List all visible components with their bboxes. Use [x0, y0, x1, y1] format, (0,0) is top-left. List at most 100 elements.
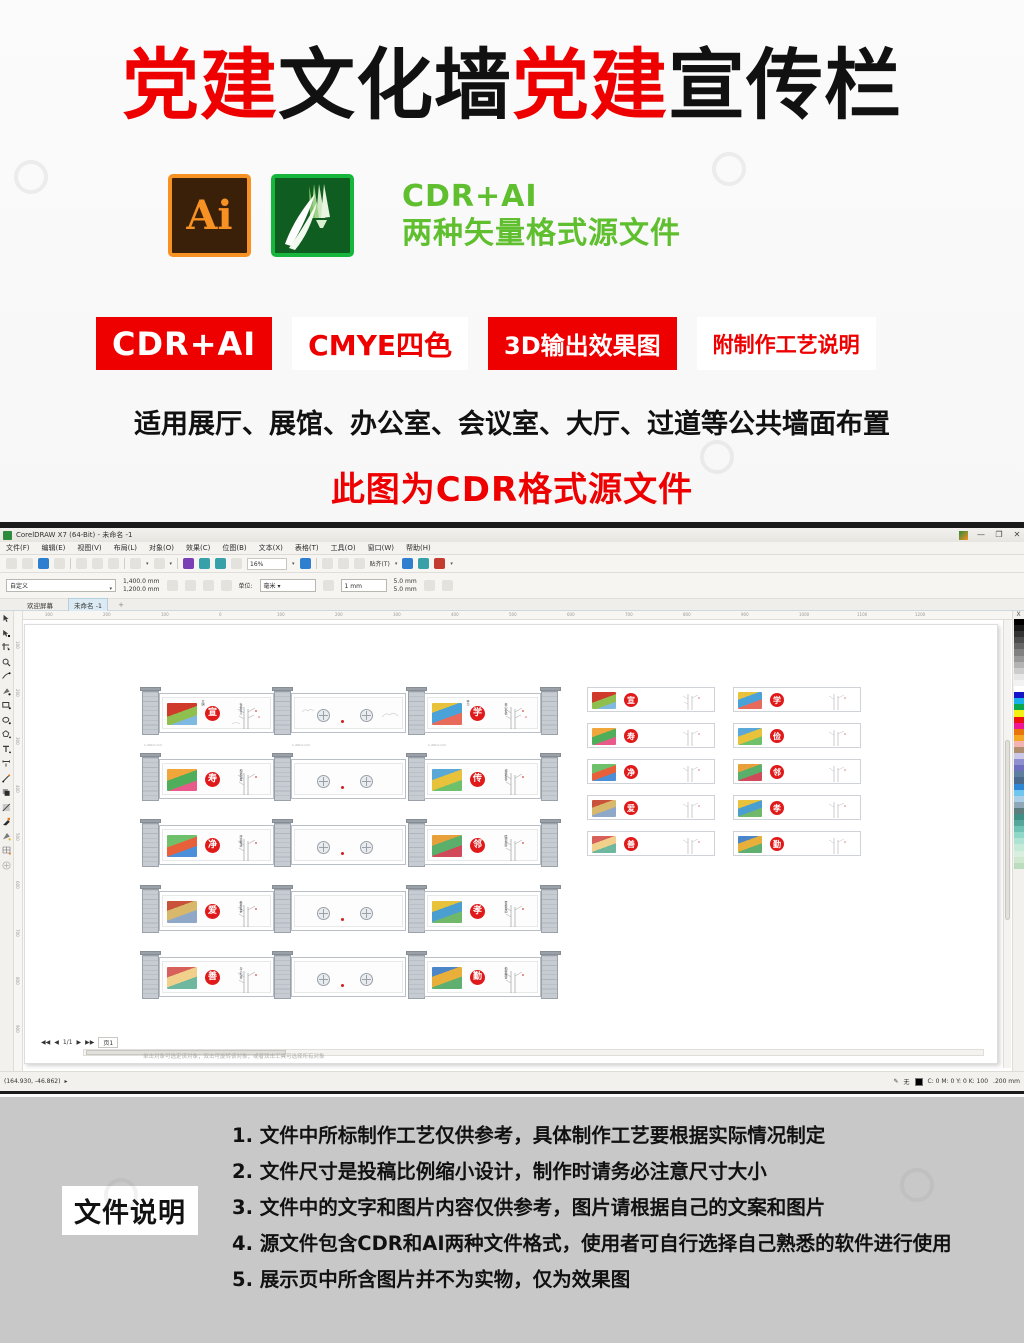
show-guidelines-icon[interactable] — [353, 558, 365, 569]
nudge-offset-input[interactable]: 1 mm — [340, 579, 387, 592]
wall-panel-left[interactable]: 善 与人为善 — [159, 957, 274, 997]
scrollbar-thumb[interactable] — [1005, 740, 1010, 920]
menu-effects[interactable]: 效果(C) — [186, 543, 210, 553]
crop-tool-icon[interactable] — [2, 643, 11, 652]
undo-icon[interactable] — [130, 558, 141, 569]
wall-row[interactable]: 宣 文明 社会主义 学 学习 核心价值 — [140, 687, 561, 739]
page-last-button[interactable]: ▶▶ — [85, 1039, 94, 1046]
page-sheet[interactable]: 宣 文明 社会主义 学 学习 核心价值 寿 和谐邻里 传 诚信友善 净 环境整洁… — [24, 624, 998, 1064]
duplicate-distance-y[interactable]: 5.0 mm — [394, 586, 417, 593]
tab-welcome-screen[interactable]: 欢迎屏幕 — [22, 599, 58, 611]
menu-layout[interactable]: 布局(L) — [114, 543, 137, 553]
wall-row[interactable]: 寿 和谐邻里 传 诚信友善 — [140, 753, 561, 805]
parallel-dimension-icon[interactable] — [2, 759, 11, 768]
wall-panel-right[interactable]: 传 诚信友善 — [424, 759, 541, 799]
all-pages-icon[interactable] — [202, 580, 214, 591]
status-expand-icon[interactable]: ▸ — [64, 1078, 67, 1085]
page-prev-button[interactable]: ◀ — [54, 1039, 59, 1046]
mini-panel[interactable]: 孝 — [733, 795, 861, 820]
no-color-swatch[interactable]: X — [1016, 611, 1020, 619]
menu-tools[interactable]: 工具(O) — [331, 543, 356, 553]
page-next-button[interactable]: ▶ — [77, 1039, 82, 1046]
zoom-level-input[interactable]: 16% — [247, 557, 288, 570]
wall-panel-right[interactable]: 勤 勤劳致富 — [424, 957, 541, 997]
export-icon[interactable] — [199, 558, 211, 569]
vertical-ruler[interactable]: 100 200 300 400 500 600 700 800 900 — [14, 611, 23, 1090]
palette-swatches[interactable] — [1013, 619, 1024, 869]
mini-panel[interactable]: 宣 — [587, 687, 715, 712]
duplicate-distance-x[interactable]: 5.0 mm — [394, 578, 417, 585]
landscape-orientation-icon[interactable] — [184, 580, 196, 591]
color-eyedropper-icon[interactable] — [2, 817, 11, 826]
show-grid-icon[interactable] — [337, 558, 349, 569]
menu-window[interactable]: 窗口(W) — [368, 543, 394, 553]
restore-button[interactable]: ❐ — [994, 528, 1004, 542]
wall-panel-center[interactable] — [291, 759, 406, 799]
application-launcher-icon[interactable] — [434, 558, 446, 569]
horizontal-ruler[interactable]: 300 200 100 0 100 200 300 400 500 600 70… — [23, 611, 1012, 620]
wall-panel-center[interactable] — [291, 693, 406, 733]
mesh-fill-icon[interactable] — [2, 846, 11, 855]
smart-fill-icon[interactable] — [2, 687, 11, 696]
freehand-tool-icon[interactable] — [2, 672, 11, 681]
drawing-canvas[interactable]: 宣 文明 社会主义 学 学习 核心价值 寿 和谐邻里 传 诚信友善 净 环境整洁… — [23, 620, 1002, 1068]
straight-line-connector-icon[interactable] — [2, 773, 11, 783]
snap-options-icon[interactable] — [423, 580, 435, 591]
launcher-dropdown-icon[interactable]: ▾ — [450, 561, 453, 567]
redo-icon[interactable] — [153, 558, 165, 569]
paste-icon[interactable] — [108, 558, 119, 569]
polygon-tool-icon[interactable] — [2, 730, 11, 739]
wall-panel-left[interactable]: 寿 和谐邻里 — [159, 759, 274, 799]
menu-text[interactable]: 文本(X) — [259, 543, 283, 553]
pick-tool-icon[interactable] — [2, 614, 11, 623]
wall-panel-left[interactable]: 净 环境整洁 — [159, 825, 274, 865]
mini-panel[interactable]: 寿 — [587, 723, 715, 748]
page-tab-1[interactable]: 页1 — [98, 1037, 119, 1048]
add-property-icon[interactable] — [441, 580, 453, 591]
print-icon[interactable] — [54, 558, 65, 569]
menu-file[interactable]: 文件(F) — [6, 543, 30, 553]
mini-panel[interactable]: 勤 — [733, 831, 861, 856]
wall-panel-left[interactable]: 宣 文明 社会主义 — [159, 693, 274, 733]
mini-panel[interactable]: 净 — [587, 759, 715, 784]
page-first-button[interactable]: ◀◀ — [41, 1039, 50, 1046]
tab-untitled-1[interactable]: 未命名 -1 — [68, 598, 109, 611]
new-document-icon[interactable] — [6, 558, 17, 569]
zoom-tool-icon[interactable] — [2, 658, 11, 667]
undo-dropdown-icon[interactable]: ▾ — [146, 561, 149, 567]
menu-table[interactable]: 表格(T) — [295, 543, 319, 553]
full-screen-preview-icon[interactable] — [299, 558, 311, 569]
mini-panel[interactable]: 学 — [733, 687, 861, 712]
color-swatch[interactable] — [1013, 862, 1024, 869]
snap-dropdown-icon[interactable]: ▾ — [395, 561, 398, 567]
snap-to-label[interactable]: 贴齐(T) — [370, 559, 390, 568]
wall-panel-center[interactable] — [291, 891, 406, 931]
rectangle-tool-icon[interactable] — [2, 701, 11, 710]
save-icon[interactable] — [38, 558, 49, 569]
shape-tool-icon[interactable] — [2, 629, 11, 638]
cut-icon[interactable] — [76, 558, 87, 569]
redo-dropdown-icon[interactable]: ▾ — [170, 561, 173, 567]
new-tab-button[interactable]: + — [118, 601, 124, 609]
mini-panel[interactable]: 邻 — [733, 759, 861, 784]
current-page-icon[interactable] — [220, 580, 232, 591]
menu-edit[interactable]: 编辑(E) — [42, 543, 66, 553]
wall-panel-center[interactable] — [291, 957, 406, 997]
menu-bitmaps[interactable]: 位图(B) — [222, 543, 246, 553]
page-preset-select[interactable]: 自定义 ▾ — [6, 579, 116, 592]
show-rulers-icon[interactable] — [321, 558, 333, 569]
mini-panel[interactable]: 爱 — [587, 795, 715, 820]
transparency-icon[interactable] — [2, 803, 11, 812]
wall-row[interactable]: 善 与人为善 勤 勤劳致富 — [140, 951, 561, 1003]
wall-panel-right[interactable]: 邻 睦邻友好 — [424, 825, 541, 865]
interactive-fill-icon[interactable] — [2, 832, 11, 841]
menu-object[interactable]: 对象(O) — [149, 543, 174, 553]
open-document-icon[interactable] — [22, 558, 33, 569]
text-tool-icon[interactable] — [2, 745, 11, 754]
zoom-dropdown-icon[interactable]: ▾ — [292, 561, 295, 567]
drop-shadow-icon[interactable] — [2, 788, 11, 797]
fill-color-chip[interactable] — [914, 1077, 923, 1086]
mini-panel[interactable]: 俭 — [733, 723, 861, 748]
menu-view[interactable]: 视图(V) — [77, 543, 101, 553]
mini-panel[interactable]: 善 — [587, 831, 715, 856]
